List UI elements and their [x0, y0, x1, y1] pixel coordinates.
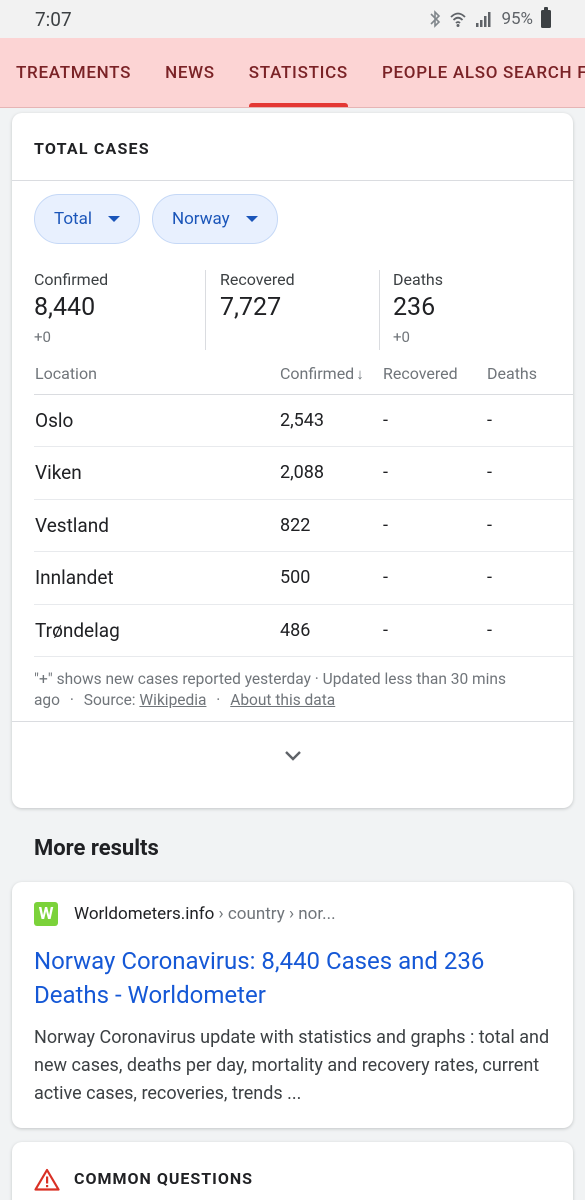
total-cases-card: TOTAL CASES Total Norway Confirmed 8,440…	[12, 113, 573, 808]
card-title: TOTAL CASES	[12, 113, 573, 181]
table-row: Innlandet 500 - -	[34, 551, 573, 605]
status-bar: 7:07 95%	[0, 0, 585, 38]
table-header-row: Location Confirmed ↓ Recovered Deaths	[34, 354, 573, 395]
table-row: Oslo 2,543 - -	[34, 394, 573, 447]
status-time: 7:07	[35, 7, 72, 31]
result-title-link[interactable]: Norway Coronavirus: 8,440 Cases and 236 …	[34, 944, 551, 1012]
tab-treatments[interactable]: TREATMENTS	[0, 38, 148, 107]
separator: ·	[69, 691, 74, 709]
row-deaths: -	[487, 551, 573, 605]
header-recovered[interactable]: Recovered	[383, 354, 487, 395]
header-location[interactable]: Location	[34, 354, 280, 395]
tab-statistics[interactable]: STATISTICS	[232, 38, 365, 107]
row-confirmed: 2,088	[280, 446, 383, 500]
recovered-label: Recovered	[220, 270, 295, 289]
location-table: Location Confirmed ↓ Recovered Deaths Osl…	[34, 354, 573, 657]
battery-percent: 95%	[501, 9, 533, 29]
confirmed-delta: +0	[34, 328, 51, 346]
bluetooth-icon	[429, 10, 441, 28]
region-dropdown[interactable]: Norway	[151, 194, 278, 244]
worldometers-favicon-icon: W	[34, 902, 58, 926]
site-path: › country › nor...	[214, 904, 336, 924]
row-confirmed: 2,543	[280, 394, 383, 447]
row-location: Viken	[34, 446, 280, 500]
separator: ·	[216, 691, 221, 709]
tab-people-also-search-for[interactable]: PEOPLE ALSO SEARCH FOR	[365, 38, 585, 107]
row-location: Trøndelag	[34, 604, 280, 657]
row-deaths: -	[487, 499, 573, 552]
more-results-heading: More results	[34, 836, 159, 861]
wifi-icon	[449, 10, 467, 28]
common-questions-title: COMMON QUESTIONS	[74, 1169, 254, 1188]
row-recovered: -	[383, 604, 487, 657]
status-icons: 95%	[429, 7, 551, 29]
sort-arrow-icon: ↓	[356, 365, 364, 384]
search-tabs: TREATMENTS NEWS STATISTICS PEOPLE ALSO S…	[0, 38, 585, 108]
row-confirmed: 500	[280, 551, 383, 605]
dropdown-caret-icon	[107, 216, 120, 222]
row-recovered: -	[383, 394, 487, 447]
search-result-card[interactable]: W Worldometers.info › country › nor... N…	[12, 882, 573, 1128]
tab-news[interactable]: NEWS	[148, 38, 232, 107]
source-label: Source:	[83, 691, 136, 709]
confirmed-value: 8,440	[34, 293, 96, 322]
row-location: Oslo	[34, 394, 280, 447]
row-location: Innlandet	[34, 551, 280, 605]
deaths-summary: Deaths 236 +0	[380, 270, 453, 354]
recovered-value: 7,727	[220, 293, 282, 322]
region-dropdown-label: Norway	[171, 209, 230, 229]
header-confirmed-label: Confirmed	[280, 364, 355, 384]
row-deaths: -	[487, 394, 573, 447]
row-deaths: -	[487, 446, 573, 500]
wikipedia-link[interactable]: Wikipedia	[139, 691, 206, 709]
row-recovered: -	[383, 551, 487, 605]
row-confirmed: 822	[280, 499, 383, 552]
scope-dropdown-label: Total	[54, 209, 92, 229]
row-confirmed: 486	[280, 604, 383, 657]
confirmed-summary: Confirmed 8,440 +0	[34, 270, 206, 350]
scope-dropdown[interactable]: Total	[34, 194, 140, 244]
deaths-value: 236	[393, 293, 436, 322]
summary-row: Confirmed 8,440 +0 Recovered 7,727 Death…	[12, 244, 573, 354]
site-row[interactable]: W Worldometers.info › country › nor...	[34, 902, 551, 926]
about-data-link[interactable]: About this data	[230, 691, 335, 709]
recovered-summary: Recovered 7,727	[206, 270, 380, 350]
header-deaths[interactable]: Deaths	[487, 354, 573, 395]
row-deaths: -	[487, 604, 573, 657]
dropdown-caret-icon	[245, 216, 258, 222]
row-recovered: -	[383, 446, 487, 500]
table-row: Trøndelag 486 - -	[34, 604, 573, 657]
warning-icon	[34, 1168, 60, 1191]
deaths-label: Deaths	[393, 270, 443, 289]
deaths-delta: +0	[393, 328, 410, 346]
table-row: Vestland 822 - -	[34, 499, 573, 552]
result-snippet: Norway Coronavirus update with statistic…	[34, 1027, 550, 1104]
common-questions-card: COMMON QUESTIONS	[12, 1142, 573, 1200]
signal-icon	[475, 10, 493, 28]
row-recovered: -	[383, 499, 487, 552]
battery-icon	[541, 7, 551, 28]
chevron-down-icon	[284, 751, 301, 761]
site-name: Worldometers.info	[74, 904, 215, 924]
confirmed-label: Confirmed	[34, 270, 109, 289]
footnote: "+" shows new cases reported yesterday ·…	[12, 657, 573, 722]
expand-button[interactable]	[12, 722, 573, 790]
table-row: Viken 2,088 - -	[34, 446, 573, 500]
filter-row: Total Norway	[12, 181, 573, 244]
header-confirmed[interactable]: Confirmed ↓	[280, 354, 383, 395]
row-location: Vestland	[34, 499, 280, 552]
